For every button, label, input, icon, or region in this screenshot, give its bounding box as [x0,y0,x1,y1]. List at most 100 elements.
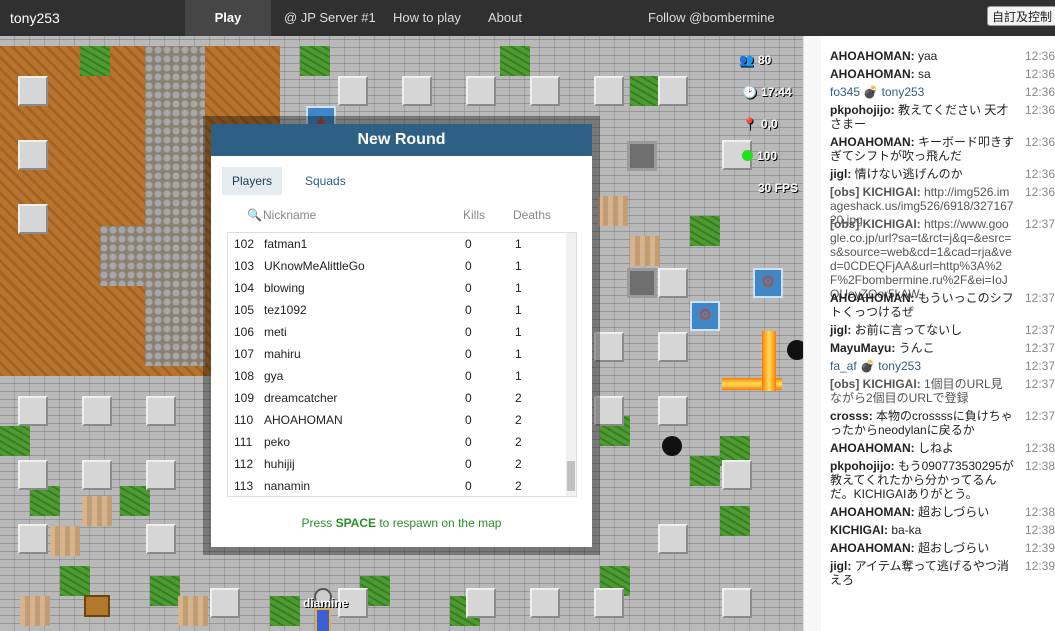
scrollbar-thumb[interactable] [567,461,575,491]
table-row[interactable]: 111 peko 0 2 [228,431,564,453]
metal-block [627,141,657,171]
row-nickname: tez1092 [264,303,307,317]
chat-message: jigl: お前に言ってないし [830,323,1014,337]
table-row[interactable]: 104 blowing 0 1 [228,277,564,299]
round-timer: 🕑 17:44 [742,85,792,99]
row-nickname: fatman1 [264,237,308,251]
tab-players[interactable]: Players [222,167,283,195]
fps-counter: 30 FPS [758,181,799,195]
chat-text: fa_af 💣 tony253 [830,359,922,373]
chat-sender[interactable]: AHOAHOMAN: [830,505,915,519]
scrollbar[interactable] [566,233,576,496]
bomb-icon [662,436,682,456]
chat-sender[interactable]: jigl: [830,167,851,181]
row-nickname: dreamcatcher [264,391,338,405]
chat-sender[interactable]: crosss: [830,409,873,423]
row-nickname: UKnowMeAlittleGo [264,259,365,273]
nav-about[interactable]: About [488,0,522,36]
chat-sender[interactable]: KICHIGAI: [830,523,888,537]
table-row[interactable]: 108 gya 0 1 [228,365,564,387]
nav-how-to-play[interactable]: How to play [393,0,461,36]
chat-text: 超おしづらい [914,505,990,519]
table-row[interactable]: 109 dreamcatcher 0 2 [228,387,564,409]
row-kills: 0 [465,347,472,361]
stone-block [594,396,624,426]
table-row[interactable]: 113 nanamin 0 2 [228,475,564,496]
extension-button[interactable]: 自訂及控制 [987,6,1055,26]
chat-sender[interactable]: [obs] KICHIGAI: [830,217,921,231]
chat-panel[interactable]: AHOAHOMAN: yaa 12:36 AHOAHOMAN: sa 12:36 fo3… [803,36,1055,631]
game-map[interactable]: ▲ ⚙ ⚙ diamine 👥 80 🕑 17:44 📍 0,0 100 30 FPS… [0,36,803,631]
chat-sender[interactable]: [obs] KICHIGAI: [830,185,921,199]
chat-message: KICHIGAI: ba-ka [830,523,1014,537]
top-bar: tony253 Play @ JP Server #1 How to play … [0,0,1055,36]
new-round-dialog: New Round Players Squads 🔍 Nickname Kill… [211,124,592,547]
grass-tile [150,576,180,606]
chat-text: 情けない逃げんのか [851,167,963,181]
chat-sender[interactable]: AHOAHOMAN: [830,67,915,81]
chat-timestamp: 12:37 [1025,377,1055,391]
chat-message: AHOAHOMAN: yaa [830,49,1014,63]
chat-sender[interactable]: AHOAHOMAN: [830,541,915,555]
table-row[interactable]: 105 tez1092 0 1 [228,299,564,321]
table-row[interactable]: 102 fatman1 0 1 [228,233,564,255]
crate-block [82,496,112,526]
grass-tile [270,596,300,626]
table-row[interactable]: 106 meti 0 1 [228,321,564,343]
chat-timestamp: 12:37 [1025,409,1055,423]
table-row[interactable]: 110 AHOAHOMAN 0 2 [228,409,564,431]
chat-sender[interactable]: AHOAHOMAN: [830,135,915,149]
row-kills: 0 [465,259,472,273]
row-deaths: 1 [515,237,522,251]
grass-tile [690,216,720,246]
chat-sender[interactable]: AHOAHOMAN: [830,441,915,455]
respawn-hint: Press SPACE to respawn on the map [301,516,502,530]
row-rank: 112 [234,457,254,471]
chat-sender[interactable]: MayuMayu: [830,341,895,355]
chat-message: pkpohojijo: もう090773530295が教えてくれたから分かってる… [830,459,1014,501]
row-nickname: nanamin [264,479,311,493]
chat-message: AHOAHOMAN: 超おしづらい [830,541,1014,555]
chat-sender[interactable]: pkpohojijo: [830,103,895,117]
row-rank: 102 [234,237,255,251]
row-deaths: 1 [515,347,522,361]
tab-squads[interactable]: Squads [295,167,356,195]
chat-text: うんこ [895,341,935,355]
chat-text: sa [914,67,931,81]
chat-sender[interactable]: pkpohojijo: [830,459,895,473]
grass-tile [60,566,90,596]
chat-sender[interactable]: [obs] KICHIGAI: [830,377,921,391]
stone-block [658,524,688,554]
search-icon[interactable]: 🔍 [247,208,262,222]
chat-sender[interactable]: jigl: [830,559,851,573]
table-row[interactable]: 107 mahiru 0 1 [228,343,564,365]
chat-timestamp: 12:36 [1025,167,1055,181]
chat-timestamp: 12:36 [1025,103,1055,117]
row-kills: 0 [465,303,472,317]
row-rank: 105 [234,303,255,317]
chat-sender[interactable]: AHOAHOMAN: [830,49,915,63]
chat-text: fo345 💣 tony253 [830,85,925,99]
row-deaths: 1 [515,259,522,273]
nav-play[interactable]: Play [185,0,271,36]
row-nickname: huhijij [264,457,295,471]
explosion-beam [762,331,776,391]
chat-sender[interactable]: jigl: [830,323,851,337]
deaths-column-header[interactable]: Deaths [513,208,551,222]
crate-block [20,596,50,626]
players-table[interactable]: 113 nanamin 0 2 112 huhijij 0 2 111 peko 0 2 110 AHOA… [227,232,577,497]
table-row[interactable]: 103 UKnowMeAlittleGo 0 1 [228,255,564,277]
follow-link[interactable]: Follow @bombermine [648,0,775,36]
stone-block [338,76,368,106]
nav-server[interactable]: @ JP Server #1 [284,0,376,36]
chat-timestamp: 12:36 [1025,49,1055,63]
stone-block [146,524,176,554]
nickname-search-input[interactable]: Nickname [263,208,316,222]
chat-sender[interactable]: AHOAHOMAN: [830,291,915,305]
row-deaths: 2 [515,457,522,471]
grass-tile [630,76,660,106]
stone-block [594,76,624,106]
chat-timestamp: 12:37 [1025,341,1055,355]
table-row[interactable]: 112 huhijij 0 2 [228,453,564,475]
kills-column-header[interactable]: Kills [463,208,485,222]
